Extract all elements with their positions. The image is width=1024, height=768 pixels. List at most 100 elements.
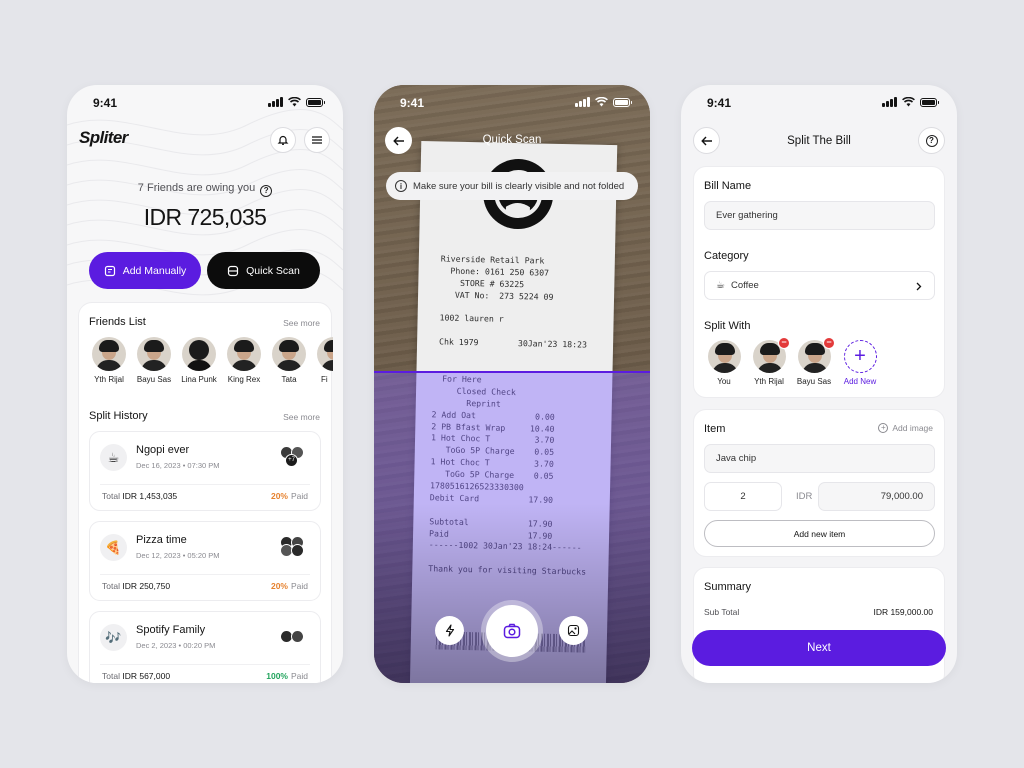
bell-icon (277, 135, 289, 145)
plus-icon: + (843, 340, 877, 373)
add-image-label: Add image (892, 423, 933, 433)
sub-total-label: Sub Total (704, 607, 740, 617)
friend-name: King Rex (227, 375, 261, 384)
item-quantity-input[interactable]: 2 (704, 482, 782, 511)
friend-name: Yth Rijal (94, 375, 124, 384)
friend-item[interactable]: Lina Punk (176, 337, 222, 384)
add-new-label: Add New (843, 377, 877, 386)
avatar (317, 337, 333, 371)
bill-name-label: Bill Name (704, 180, 752, 192)
history-date: Dec 12, 2023 • 05:20 PM (136, 551, 220, 560)
notification-button[interactable] (270, 127, 296, 153)
owing-summary: 7 Friends are owing you? (67, 182, 343, 197)
edit-receipt-icon (104, 265, 115, 276)
member-name: Yth Rijal (754, 377, 784, 386)
history-see-more-link[interactable]: See more (283, 412, 320, 422)
quick-scan-button[interactable]: Quick Scan (207, 252, 320, 289)
music-icon: 🎶 (100, 624, 127, 651)
member-name: You (717, 377, 731, 386)
item-price-input[interactable]: 79,000.00 (818, 482, 935, 511)
history-total: Total IDR 1,453,035 (102, 491, 178, 501)
scan-tip-text: Make sure your bill is clearly visible a… (413, 180, 625, 192)
item-name-input[interactable]: Java chip (704, 444, 935, 473)
friend-item[interactable]: King Rex (221, 337, 267, 384)
history-date: Dec 2, 2023 • 00:20 PM (136, 641, 216, 650)
help-icon: ? (925, 134, 938, 147)
friend-item[interactable]: Yth Rijal (86, 337, 132, 384)
info-icon: i (395, 180, 407, 192)
next-button[interactable]: Next (692, 630, 946, 666)
history-title: Spotify Family (136, 624, 206, 636)
status-time: 9:41 (707, 96, 732, 110)
avatar (182, 337, 216, 371)
item-label: Item (704, 423, 726, 435)
friend-item[interactable]: Tata (266, 337, 312, 384)
add-new-item-button[interactable]: Add new item (704, 520, 935, 547)
coffee-icon: ☕ (100, 444, 127, 471)
split-member[interactable]: You (702, 340, 746, 386)
signal-icon (575, 97, 590, 107)
currency-label: IDR (796, 491, 813, 502)
battery-icon (920, 97, 939, 107)
home-screen: 9:41 Spliter 7 Friends are owing you? ID… (67, 85, 343, 683)
split-history-title: Split History (89, 410, 148, 422)
item-card: Item + Add image Java chip 2 IDR 79,000.… (693, 409, 945, 557)
participants-avatars: +7 (280, 446, 308, 467)
page-title: Split The Bill (787, 135, 851, 147)
wifi-icon (595, 97, 608, 107)
help-icon[interactable]: ? (260, 184, 273, 197)
paid-status: 20% Paid (270, 491, 308, 501)
remove-member-icon[interactable]: − (778, 337, 790, 349)
history-item[interactable]: 🎶 Spotify Family Dec 2, 2023 • 00:20 PM … (89, 611, 321, 683)
extra-count-badge: +7 (285, 454, 298, 467)
category-select[interactable]: ☕ Coffee (704, 271, 935, 300)
status-bar: 9:41 (67, 95, 343, 111)
friend-name: Fi (321, 375, 328, 384)
wifi-icon (288, 97, 301, 107)
wifi-icon (902, 97, 915, 107)
friends-and-history-card: Friends List See more Yth Rijal Bayu Sas… (78, 302, 333, 683)
history-total: Total IDR 567,000 (102, 671, 171, 681)
add-image-button[interactable]: + Add image (878, 423, 933, 433)
friend-item[interactable]: Bayu Sas (131, 337, 177, 384)
friend-item[interactable]: Fi (311, 337, 333, 384)
history-item[interactable]: ☕ Ngopi ever Dec 16, 2023 • 07:30 PM +7 … (89, 431, 321, 511)
split-member[interactable]: − Bayu Sas (792, 337, 836, 386)
gallery-icon (567, 624, 580, 637)
member-name: Bayu Sas (796, 377, 832, 386)
camera-icon (503, 623, 521, 639)
split-member[interactable]: − Yth Rijal (747, 337, 791, 386)
avatar (707, 340, 741, 373)
category-value: Coffee (730, 280, 759, 291)
friend-name: Tata (281, 375, 297, 384)
paid-status: 20% Paid (270, 581, 308, 591)
history-item[interactable]: 🍕 Pizza time Dec 12, 2023 • 05:20 PM Tot… (89, 521, 321, 601)
category-label: Category (704, 250, 749, 262)
total-owed-amount: IDR 725,035 (143, 204, 267, 230)
friends-see-more-link[interactable]: See more (283, 318, 320, 328)
help-button[interactable]: ? (918, 127, 945, 154)
status-time: 9:41 (93, 96, 118, 110)
add-new-member-button[interactable]: + Add New (835, 340, 885, 386)
chevron-right-icon (916, 282, 922, 291)
participants-avatars (280, 626, 308, 646)
status-bar: 9:41 (681, 95, 957, 111)
flash-button[interactable] (435, 616, 464, 645)
remove-member-icon[interactable]: − (823, 337, 835, 349)
friend-name: Bayu Sas (136, 375, 172, 384)
page-title: Quick Scan (482, 134, 542, 146)
scan-icon (228, 265, 239, 276)
scan-tip-banner: i Make sure your bill is clearly visible… (386, 172, 638, 200)
bill-name-input[interactable]: Ever gathering (704, 201, 935, 230)
gallery-button[interactable] (559, 616, 588, 645)
battery-icon (613, 97, 632, 107)
add-manually-label: Add Manually (122, 264, 187, 277)
split-bill-screen: 9:41 Split The Bill ? Bill Name Ever gat… (681, 85, 957, 683)
add-manually-button[interactable]: Add Manually (89, 252, 201, 289)
friend-name: Lina Punk (181, 375, 217, 384)
signal-icon (882, 97, 897, 107)
capture-button[interactable] (486, 605, 538, 657)
owing-text: 7 Friends are owing you (137, 182, 256, 194)
menu-button[interactable] (304, 127, 330, 153)
receipt-header-text: Riverside Retail Park Phone: 0161 250 63… (439, 253, 588, 350)
